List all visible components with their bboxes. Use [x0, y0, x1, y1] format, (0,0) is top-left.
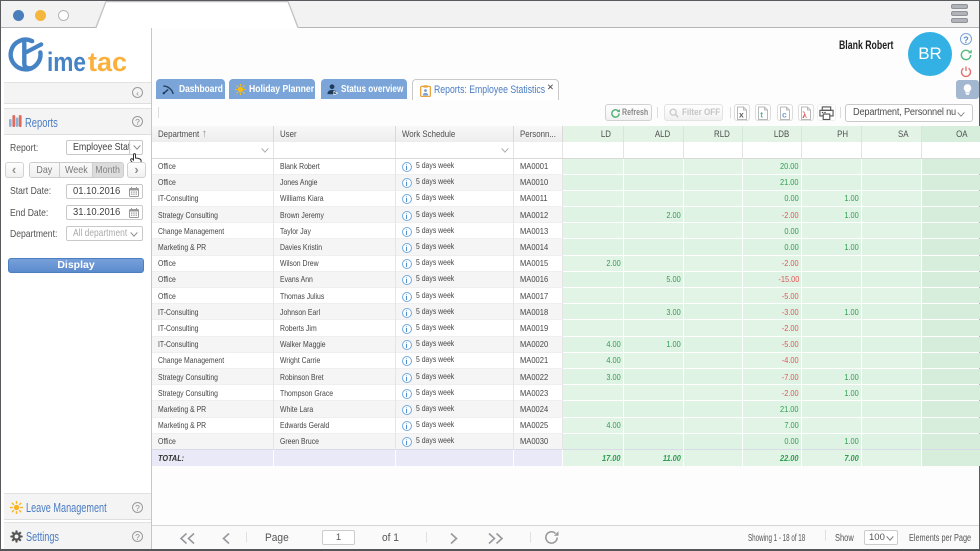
- svg-text:x: x: [739, 110, 744, 120]
- svg-text:ime: ime: [47, 47, 86, 77]
- svg-text:λ: λ: [802, 110, 807, 120]
- svg-text:tac: tac: [88, 47, 127, 77]
- svg-text:t: t: [760, 110, 763, 120]
- svg-text:c: c: [782, 110, 787, 120]
